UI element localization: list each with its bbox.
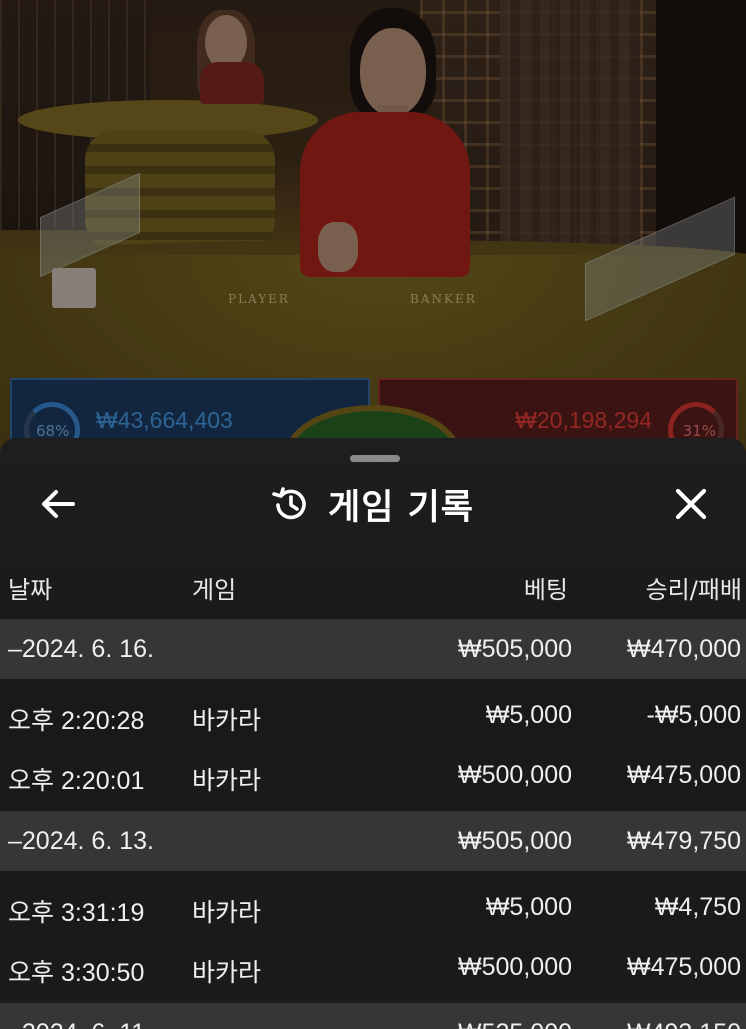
group-date: –2024. 6. 11. [8,1019,152,1029]
date-group-row[interactable]: –2024. 6. 16. ₩505,000 ₩470,000 [0,619,746,679]
row-game: 바카라 [192,899,262,927]
row-time: 오후 3:30:50 [8,959,145,987]
close-icon [675,488,707,520]
column-header-win-loss[interactable]: 승리/패배 [646,570,742,605]
date-group-row[interactable]: –2024. 6. 11. ₩525,000 ₩493,150 [0,1003,746,1029]
column-header-date[interactable]: 날짜 [8,570,52,605]
group-date: –2024. 6. 13. [8,827,154,855]
arrow-left-icon [42,490,75,518]
live-video-feed: PLAYER BANKER 68% ₩43,664,403 31% ₩20,19… [0,0,746,460]
group-win-loss-total: ₩479,750 [627,827,741,855]
column-header-game[interactable]: 게임 [192,570,236,605]
column-header-bet[interactable]: 베팅 [524,570,568,605]
group-bet-total: ₩505,000 [458,635,572,663]
row-game: 바카라 [192,767,262,795]
row-win-loss: ₩475,000 [627,953,741,981]
history-icon [272,487,306,520]
history-row[interactable]: 오후 2:20:28 바카라 ₩5,000 -₩5,000 [0,685,746,745]
row-time: 오후 3:31:19 [8,899,145,927]
row-bet: ₩5,000 [485,701,572,729]
history-row[interactable]: 오후 3:31:19 바카라 ₩5,000 ₩4,750 [0,877,746,937]
row-bet: ₩5,000 [485,893,572,921]
history-list: –2024. 6. 16. ₩505,000 ₩470,000 오후 2:20:… [0,619,746,1029]
sheet-drag-handle[interactable] [350,455,400,462]
row-bet: ₩500,000 [458,953,572,981]
back-button[interactable] [36,484,80,524]
history-row[interactable]: 오후 2:20:01 바카라 ₩500,000 ₩475,000 [0,745,746,805]
group-win-loss-total: ₩493,150 [627,1019,741,1029]
group-date: –2024. 6. 16. [8,635,154,663]
row-time: 오후 2:20:28 [8,707,145,735]
row-win-loss: -₩5,000 [646,701,741,729]
row-win-loss: ₩475,000 [627,761,741,789]
row-win-loss: ₩4,750 [654,893,741,921]
close-button[interactable] [668,482,714,526]
column-headers: 날짜 게임 베팅 승리/패배 [0,566,746,610]
sheet-title: 게임 기록 [328,487,474,528]
game-history-sheet: 게임 기록 날짜 게임 베팅 승리/패배 –2024. 6. 16. ₩505,… [0,438,746,1029]
group-bet-total: ₩505,000 [458,827,572,855]
group-bet-total: ₩525,000 [458,1019,572,1029]
date-group-row[interactable]: –2024. 6. 13. ₩505,000 ₩479,750 [0,811,746,871]
row-time: 오후 2:20:01 [8,767,145,795]
group-win-loss-total: ₩470,000 [627,635,741,663]
row-game: 바카라 [192,707,262,735]
row-game: 바카라 [192,959,262,987]
row-bet: ₩500,000 [458,761,572,789]
history-row[interactable]: 오후 3:30:50 바카라 ₩500,000 ₩475,000 [0,937,746,997]
sheet-header: 게임 기록 [0,472,746,536]
